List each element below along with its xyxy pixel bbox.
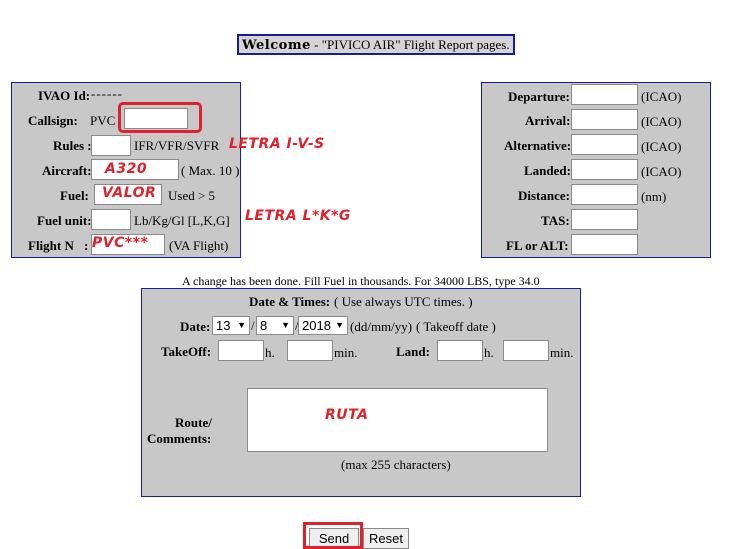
fuel-unit-annotation: LETRA L*K*G (245, 208, 351, 224)
tas-input[interactable] (571, 209, 638, 230)
alternative-label: Alternative: (504, 138, 572, 153)
rules-annotation: LETRA I-V-S (229, 136, 325, 152)
day-select[interactable]: 13 ▼ (212, 316, 250, 335)
reset-button[interactable]: Reset (363, 528, 409, 549)
land-hours-input[interactable] (437, 340, 483, 361)
fuel-value-annotation: VALOR (102, 185, 157, 201)
date-times-hint: ( Use always UTC times. ) (334, 294, 473, 309)
distance-hint: (nm) (641, 189, 667, 204)
fuel-label: Fuel: (60, 188, 89, 203)
arrival-input[interactable] (571, 109, 638, 130)
max-chars-hint: (max 255 characters) (341, 457, 451, 472)
landed-input[interactable] (571, 159, 638, 180)
date-sep-1: / (251, 318, 255, 333)
month-select-value: 8 (260, 318, 268, 333)
aircraft-label: Aircraft: (42, 163, 92, 178)
month-select[interactable]: 8 ▼ (256, 316, 294, 335)
takeoff-minutes-unit: min. (334, 345, 358, 360)
flight-no-label: Flight N : (28, 238, 89, 253)
send-highlight (303, 522, 363, 549)
title-welcome: Welcome (242, 38, 311, 53)
tas-label: TAS: (541, 213, 570, 228)
departure-label: Departure: (508, 89, 570, 104)
land-minutes-input[interactable] (503, 340, 549, 361)
ivao-id-value: ------ (91, 86, 123, 101)
route-annotation: RUTA (325, 407, 369, 423)
fl-alt-label: FL or ALT: (506, 238, 569, 253)
alternative-input[interactable] (571, 134, 638, 155)
arrival-hint: (ICAO) (641, 114, 682, 129)
distance-input[interactable] (571, 184, 638, 205)
landed-hint: (ICAO) (641, 164, 682, 179)
fl-alt-input[interactable] (571, 234, 638, 255)
date-label: Date: (180, 319, 211, 334)
fuel-unit-label: Fuel unit: (37, 213, 92, 228)
takeoff-minutes-input[interactable] (287, 340, 333, 361)
fuel-hint: Used > 5 (168, 188, 216, 203)
takeoff-hours-unit: h. (265, 345, 275, 360)
page-title: Welcome - "PIVICO AIR" Flight Report pag… (237, 34, 515, 55)
departure-input[interactable] (571, 84, 638, 105)
rules-input[interactable] (91, 135, 131, 156)
route-label-line1: Route/ (175, 415, 212, 430)
land-label: Land: (396, 344, 430, 359)
year-select-value: 2018 (302, 318, 331, 333)
fuel-unit-input[interactable] (91, 209, 131, 230)
year-select[interactable]: 2018 ▼ (298, 316, 348, 335)
callsign-label: Callsign: (28, 113, 78, 128)
flight-no-value-annotation: PVC*** (92, 235, 149, 251)
alternative-hint: (ICAO) (641, 139, 682, 154)
land-hours-unit: h. (484, 345, 494, 360)
takeoff-label: TakeOff: (161, 344, 212, 359)
route-label-line2: Comments: (147, 431, 212, 446)
takeoff-hours-input[interactable] (218, 340, 264, 361)
chevron-down-icon: ▼ (335, 320, 344, 330)
departure-hint: (ICAO) (641, 89, 682, 104)
fuel-notice: A change has been done. Fill Fuel in tho… (182, 274, 540, 288)
aircraft-hint: ( Max. 10 ) (181, 163, 240, 178)
day-select-value: 13 (216, 318, 231, 333)
flight-no-hint: (VA Flight) (169, 238, 229, 253)
chevron-down-icon: ▼ (281, 320, 290, 330)
distance-label: Distance: (518, 188, 570, 203)
chevron-down-icon: ▼ (237, 320, 246, 330)
route-comments-textarea[interactable] (247, 388, 548, 452)
aircraft-value-annotation: A320 (105, 161, 148, 177)
date-times-heading: Date & Times: (249, 294, 331, 309)
title-rest: - "PIVICO AIR" Flight Report pages. (310, 37, 510, 52)
rules-label: Rules : (53, 138, 92, 153)
arrival-label: Arrival: (525, 113, 571, 128)
landed-label: Landed: (524, 163, 571, 178)
fuel-unit-hint: Lb/Kg/Gl [L,K,G] (134, 213, 230, 228)
callsign-highlight (118, 102, 202, 133)
date-format: (dd/mm/yy) (350, 319, 413, 334)
ivao-id-label: IVAO Id: (38, 88, 91, 103)
land-minutes-unit: min. (550, 345, 574, 360)
date-hint: ( Takeoff date ) (416, 319, 496, 334)
callsign-prefix: PVC (90, 113, 116, 128)
rules-hint: IFR/VFR/SVFR (134, 138, 220, 153)
